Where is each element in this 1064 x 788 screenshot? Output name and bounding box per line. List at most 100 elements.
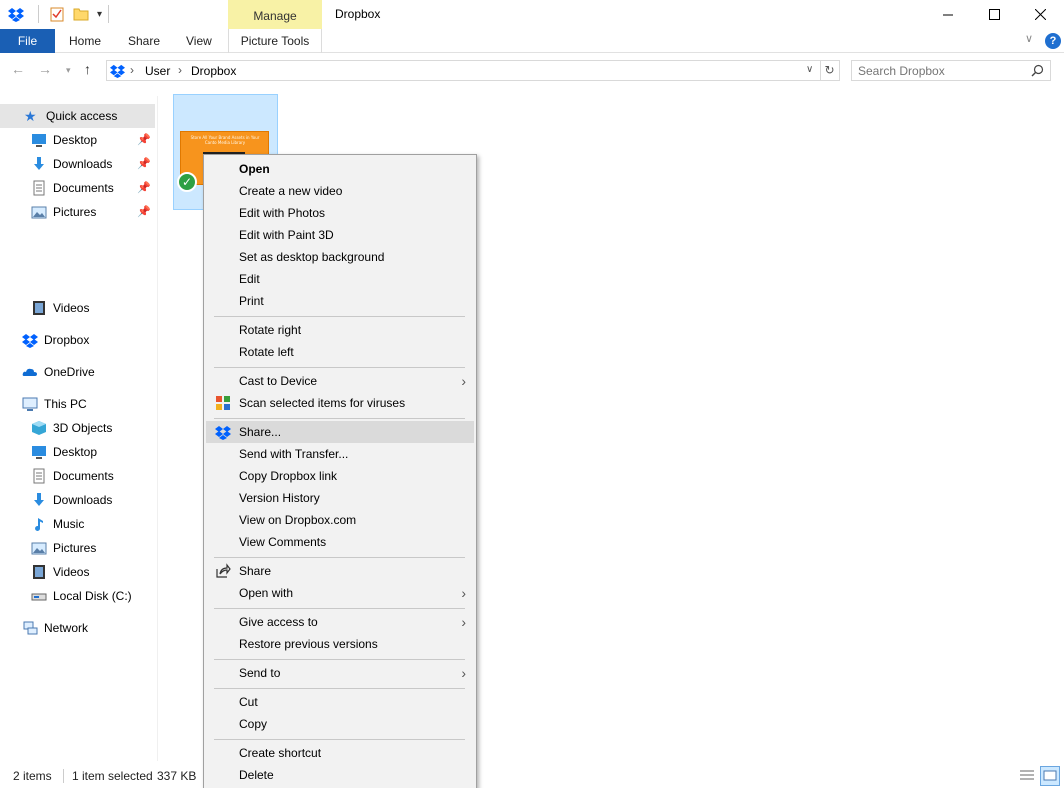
- quick-access-toolbar: ▾: [8, 4, 110, 24]
- pin-icon[interactable]: 📌: [137, 152, 151, 176]
- menu-item-label: Copy: [239, 717, 268, 731]
- address-bar[interactable]: › User › Dropbox ∨: [106, 60, 821, 81]
- pin-icon[interactable]: 📌: [137, 176, 151, 200]
- menu-item-label: Copy Dropbox link: [239, 469, 338, 483]
- new-folder-icon[interactable]: [73, 6, 89, 22]
- menu-item-label: Restore previous versions: [239, 637, 378, 651]
- up-arrow-icon[interactable]: ↑: [84, 61, 91, 77]
- menu-item-version-history[interactable]: Version History: [206, 487, 474, 509]
- sidebar-item-pc-videos[interactable]: Videos: [0, 560, 155, 584]
- menu-item-send-transfer[interactable]: Send with Transfer...: [206, 443, 474, 465]
- help-icon[interactable]: ?: [1045, 33, 1061, 49]
- sidebar-item-onedrive[interactable]: OneDrive: [0, 360, 155, 384]
- menu-item-set-background[interactable]: Set as desktop background: [206, 246, 474, 268]
- search-box[interactable]: [851, 60, 1051, 81]
- submenu-arrow-icon: ›: [461, 373, 466, 389]
- menu-item-share[interactable]: Share: [206, 560, 474, 582]
- menu-item-label: Rotate right: [239, 323, 302, 337]
- menu-item-create-shortcut[interactable]: Create shortcut: [206, 742, 474, 764]
- status-selected: 1 item selected: [72, 769, 153, 783]
- 3d-objects-icon: [32, 421, 46, 435]
- sidebar-item-label: Downloads: [53, 157, 113, 171]
- submenu-arrow-icon: ›: [461, 614, 466, 630]
- pin-icon[interactable]: 📌: [137, 128, 151, 152]
- expand-ribbon-icon[interactable]: ∨: [1025, 32, 1033, 45]
- menu-item-label: Set as desktop background: [239, 250, 385, 264]
- customize-qat-icon[interactable]: ▾: [97, 9, 102, 20]
- menu-item-edit-photos[interactable]: Edit with Photos: [206, 202, 474, 224]
- close-button[interactable]: [1017, 0, 1063, 29]
- local-disk-icon: [31, 593, 47, 601]
- dropbox-icon[interactable]: [8, 6, 24, 22]
- menu-item-cast-to-device[interactable]: Cast to Device ›: [206, 370, 474, 392]
- refresh-button[interactable]: ↻: [820, 60, 840, 81]
- menu-item-dropbox-share[interactable]: Share...: [206, 421, 474, 443]
- menu-item-open[interactable]: Open: [206, 158, 474, 180]
- menu-item-scan-viruses[interactable]: Scan selected items for viruses: [206, 392, 474, 414]
- network-icon: [23, 621, 38, 635]
- sidebar-item-label: Videos: [53, 565, 90, 579]
- sidebar-item-videos[interactable]: Videos: [0, 296, 155, 320]
- menu-item-view-comments[interactable]: View Comments: [206, 531, 474, 553]
- sidebar-item-label: Desktop: [53, 445, 98, 459]
- menu-item-label: Edit with Photos: [239, 206, 326, 220]
- sidebar-item-downloads[interactable]: Downloads 📌: [0, 152, 155, 176]
- sidebar-item-local-disk[interactable]: Local Disk (C:): [0, 584, 155, 608]
- sidebar-item-pc-desktop[interactable]: Desktop: [0, 440, 155, 464]
- pin-icon[interactable]: 📌: [137, 200, 151, 224]
- tab-view[interactable]: View: [186, 29, 212, 53]
- sidebar-item-pc-pictures[interactable]: Pictures: [0, 536, 155, 560]
- sidebar-item-music[interactable]: Music: [0, 512, 155, 536]
- forward-arrow-icon[interactable]: →: [38, 61, 52, 77]
- tab-picture-tools[interactable]: Picture Tools: [228, 29, 322, 53]
- maximize-button[interactable]: [971, 0, 1017, 29]
- details-view-icon[interactable]: [1018, 766, 1036, 784]
- menu-item-create-video[interactable]: Create a new video: [206, 180, 474, 202]
- sidebar-item-quick-access[interactable]: ★ Quick access: [0, 104, 155, 128]
- menu-item-view-dropbox[interactable]: View on Dropbox.com: [206, 509, 474, 531]
- minimize-button[interactable]: [925, 0, 971, 29]
- sidebar-item-pc-documents[interactable]: Documents: [0, 464, 155, 488]
- menu-item-print[interactable]: Print: [206, 290, 474, 312]
- properties-icon[interactable]: [49, 6, 65, 22]
- breadcrumb-dropbox[interactable]: Dropbox: [191, 64, 236, 78]
- menu-separator: [214, 659, 465, 660]
- tab-share[interactable]: Share: [128, 29, 160, 53]
- sidebar-item-documents[interactable]: Documents 📌: [0, 176, 155, 200]
- menu-item-restore-versions[interactable]: Restore previous versions: [206, 633, 474, 655]
- large-icons-view-icon[interactable]: [1040, 766, 1060, 786]
- menu-item-rotate-left[interactable]: Rotate left: [206, 341, 474, 363]
- sidebar-item-network[interactable]: Network: [0, 616, 155, 640]
- menu-item-copy-dropbox-link[interactable]: Copy Dropbox link: [206, 465, 474, 487]
- sidebar-item-desktop[interactable]: Desktop 📌: [0, 128, 155, 152]
- sidebar-item-label: Local Disk (C:): [53, 589, 132, 603]
- search-input[interactable]: [852, 61, 1022, 80]
- sidebar-item-this-pc[interactable]: This PC: [0, 392, 155, 416]
- submenu-arrow-icon: ›: [461, 585, 466, 601]
- menu-item-copy[interactable]: Copy: [206, 713, 474, 735]
- menu-item-cut[interactable]: Cut: [206, 691, 474, 713]
- sidebar-item-label: Network: [44, 621, 89, 635]
- back-arrow-icon[interactable]: ←: [11, 61, 25, 77]
- recent-locations-icon[interactable]: ▾: [66, 65, 71, 76]
- menu-item-send-to[interactable]: Send to ›: [206, 662, 474, 684]
- sidebar-item-pc-downloads[interactable]: Downloads: [0, 488, 155, 512]
- desktop-icon: [32, 134, 46, 147]
- dropbox-icon: [110, 64, 125, 78]
- title-bar: ▾ Manage Dropbox: [0, 0, 1064, 29]
- tab-file[interactable]: File: [0, 29, 55, 53]
- menu-item-edit[interactable]: Edit: [206, 268, 474, 290]
- sidebar-item-dropbox[interactable]: Dropbox: [0, 328, 155, 352]
- menu-item-open-with[interactable]: Open with ›: [206, 582, 474, 604]
- menu-item-rotate-right[interactable]: Rotate right: [206, 319, 474, 341]
- tab-home[interactable]: Home: [69, 29, 101, 53]
- sidebar-item-3d-objects[interactable]: 3D Objects: [0, 416, 155, 440]
- menu-item-give-access[interactable]: Give access to ›: [206, 611, 474, 633]
- breadcrumb-user[interactable]: User: [145, 64, 170, 78]
- address-dropdown-icon[interactable]: ∨: [806, 64, 813, 75]
- menu-item-edit-paint3d[interactable]: Edit with Paint 3D: [206, 224, 474, 246]
- manage-tab[interactable]: Manage: [228, 0, 322, 29]
- sidebar-item-pictures[interactable]: Pictures 📌: [0, 200, 155, 224]
- status-item-count: 2 items: [13, 769, 52, 783]
- pictures-icon: [31, 206, 47, 219]
